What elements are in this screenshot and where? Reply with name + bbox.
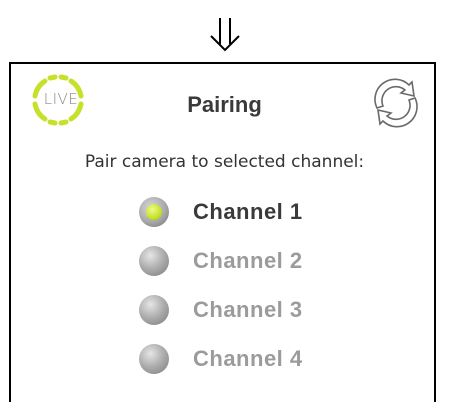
- channel-label: Channel 1: [193, 199, 303, 224]
- channel-option-1[interactable]: Channel 1: [139, 195, 303, 229]
- channel-option-3[interactable]: Channel 3: [139, 293, 303, 327]
- radio-unselected-icon[interactable]: [139, 344, 169, 374]
- radio-unselected-icon[interactable]: [139, 295, 169, 325]
- channel-label: Channel 4: [193, 346, 303, 371]
- double-down-arrow-icon: [210, 18, 240, 52]
- channel-option-2[interactable]: Channel 2: [139, 244, 303, 278]
- radio-unselected-icon[interactable]: [139, 246, 169, 276]
- pairing-panel: LIVE Pairing Pair camera to selected cha…: [9, 62, 436, 402]
- instruction-text: Pair camera to selected channel:: [84, 152, 365, 172]
- channel-label: Channel 3: [193, 297, 303, 322]
- radio-selected-icon[interactable]: [139, 197, 169, 227]
- sync-icon[interactable]: [365, 72, 427, 134]
- channel-option-4[interactable]: Channel 4: [139, 342, 303, 376]
- channel-label: Channel 2: [193, 248, 303, 273]
